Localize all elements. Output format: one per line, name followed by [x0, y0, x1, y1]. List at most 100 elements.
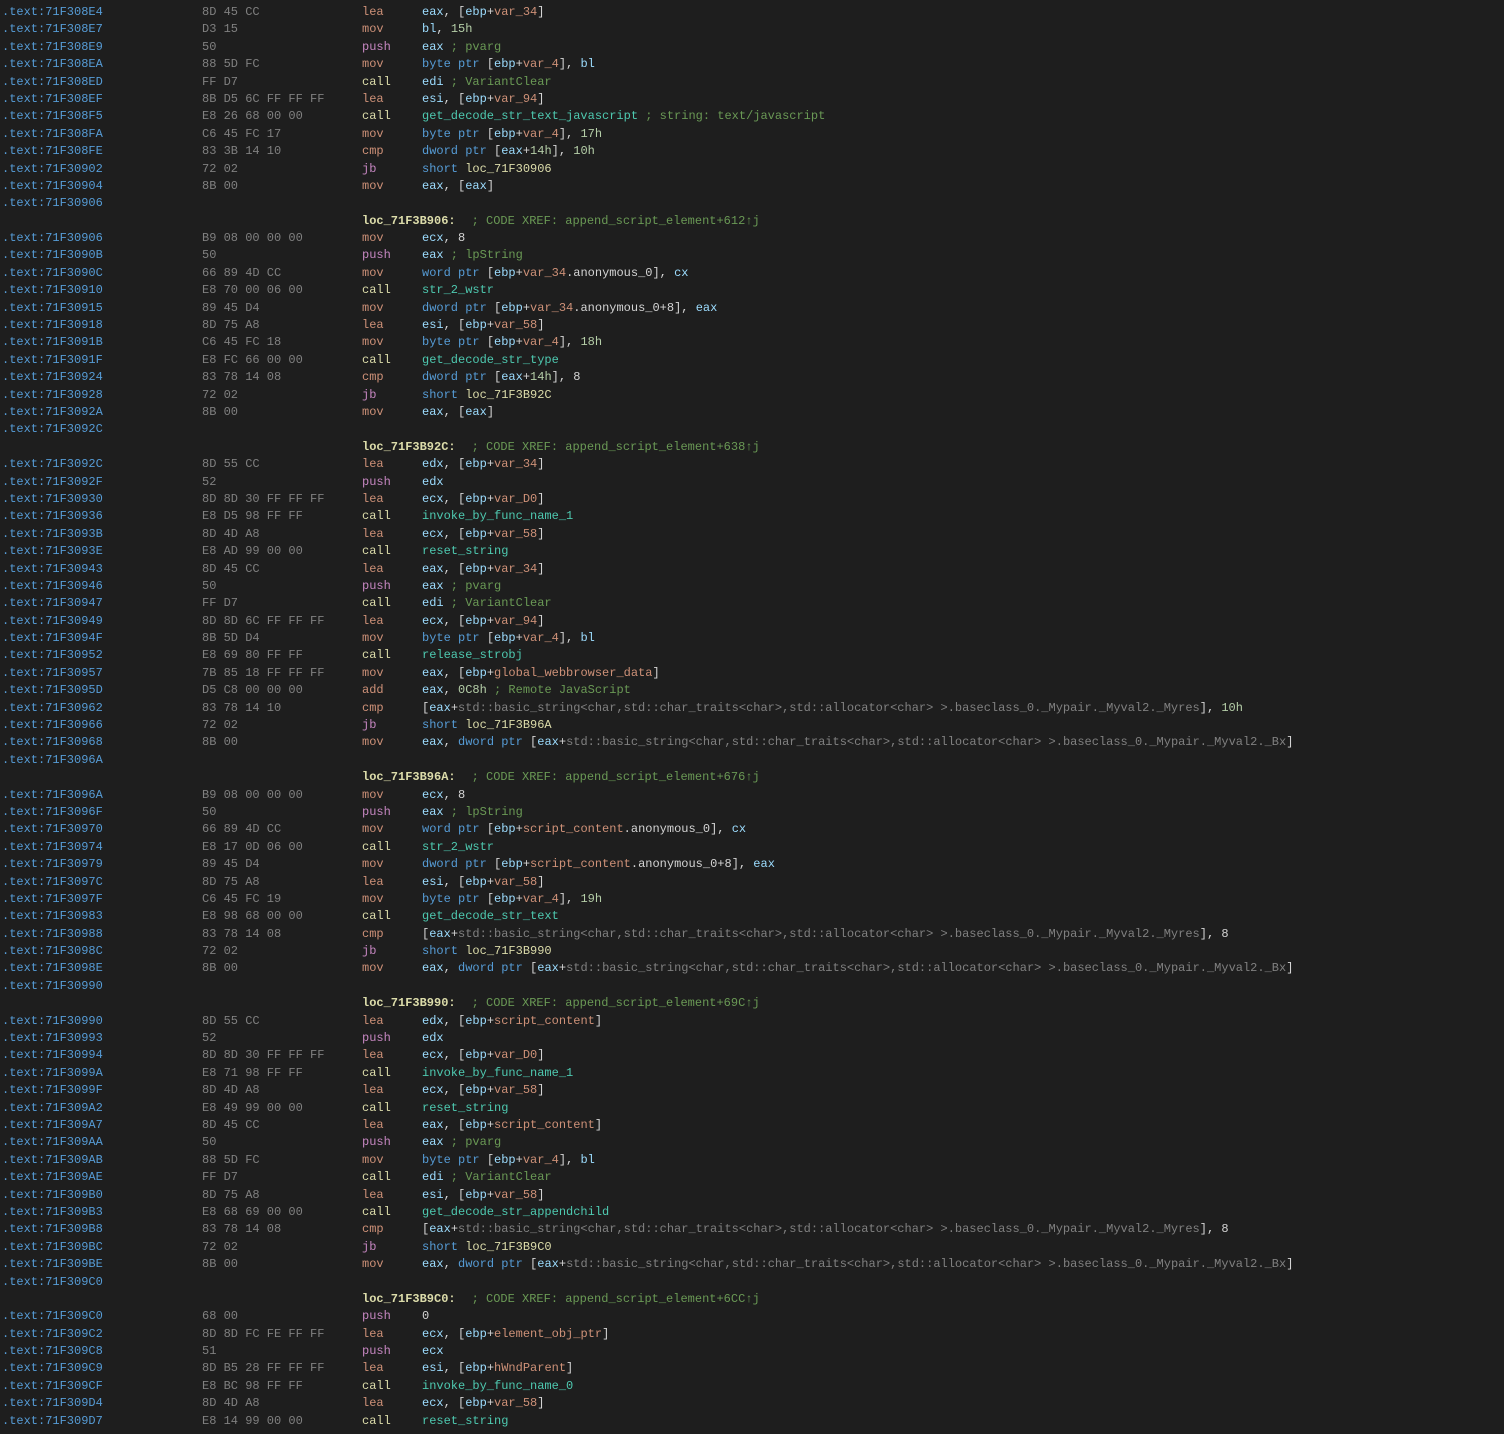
address: .text:71F308E4 [2, 4, 202, 21]
address: .text:71F308FE [2, 143, 202, 160]
mnemonic: lea [362, 491, 422, 508]
bytes: FF D7 [202, 74, 362, 91]
mnemonic: lea [362, 561, 422, 578]
mnemonic: mov [362, 821, 422, 838]
bytes: E8 70 00 06 00 [202, 282, 362, 299]
operands: byte ptr [ebp+var_4], 17h [422, 126, 1502, 143]
address: .text:71F3096F [2, 804, 202, 821]
address: .text:71F309B0 [2, 1187, 202, 1204]
code-line: .text:71F3098C72 02jbshort loc_71F3B990 [0, 943, 1504, 960]
bytes: 8D B5 28 FF FF FF [202, 1360, 362, 1377]
mnemonic: push [362, 1030, 422, 1047]
bytes: E8 69 80 FF FF [202, 647, 362, 664]
mnemonic: lea [362, 874, 422, 891]
code-line: .text:71F309A2E8 49 99 00 00callreset_st… [0, 1100, 1504, 1117]
operands: esi, [ebp+hWndParent] [422, 1360, 1502, 1377]
bytes: 8B 00 [202, 404, 362, 421]
bytes: C6 45 FC 18 [202, 334, 362, 351]
operands: esi, [ebp+var_58] [422, 1187, 1502, 1204]
inline-comment: ; VariantClear [444, 1170, 552, 1184]
address: .text:71F309C0 [2, 1274, 202, 1291]
operands: str_2_wstr [422, 839, 1502, 856]
comment: ; lpString [444, 805, 523, 819]
operands: eax ; pvarg [422, 39, 1502, 56]
bytes: 8B D5 6C FF FF FF [202, 91, 362, 108]
code-line: .text:71F3096AB9 08 00 00 00movecx, 8 [0, 787, 1504, 804]
operands: ecx, 8 [422, 787, 1502, 804]
operands: dword ptr [eax+14h], 10h [422, 143, 1502, 160]
mnemonic: lea [362, 1047, 422, 1064]
mnemonic: lea [362, 1187, 422, 1204]
mnemonic: mov [362, 265, 422, 282]
bytes: 83 78 14 10 [202, 700, 362, 717]
address: .text:71F30949 [2, 613, 202, 630]
code-line: .text:71F309BC72 02jbshort loc_71F3B9C0 [0, 1239, 1504, 1256]
address: .text:71F308EA [2, 56, 202, 73]
code-line: .text:71F309C068 00push0 [0, 1308, 1504, 1325]
mnemonic: lea [362, 1360, 422, 1377]
bytes: E8 26 68 00 00 [202, 108, 362, 125]
code-line: .text:71F309048B 00moveax, [eax] [0, 178, 1504, 195]
mnemonic: add [362, 682, 422, 699]
operands: eax, [ebp+global_webbrowser_data] [422, 665, 1502, 682]
address: .text:71F30962 [2, 700, 202, 717]
bytes: 8D 8D FC FE FF FF [202, 1326, 362, 1343]
operands: eax, [ebp+var_34] [422, 4, 1502, 21]
code-line: .text:71F3096283 78 14 10cmp[eax+std::ba… [0, 700, 1504, 717]
address: .text:71F308ED [2, 74, 202, 91]
bytes: 8D 45 CC [202, 1117, 362, 1134]
mnemonic: jb [362, 387, 422, 404]
mnemonic: mov [362, 960, 422, 977]
code-line: .text:71F309CFE8 BC 98 FF FFcallinvoke_b… [0, 1378, 1504, 1395]
label-line: loc_71F3B906:; CODE XREF: append_script_… [0, 213, 1504, 230]
bytes: 8D 8D 30 FF FF FF [202, 1047, 362, 1064]
mnemonic: jb [362, 943, 422, 960]
bytes: 50 [202, 39, 362, 56]
code-line: .text:71F309688B 00moveax, dword ptr [ea… [0, 734, 1504, 751]
mnemonic: jb [362, 717, 422, 734]
operands: bl, 15h [422, 21, 1502, 38]
operands: word ptr [ebp+var_34.anonymous_0], cx [422, 265, 1502, 282]
address: .text:71F30983 [2, 908, 202, 925]
operands: ecx, [ebp+element_obj_ptr] [422, 1326, 1502, 1343]
code-line: .text:71F3090C66 89 4D CCmovword ptr [eb… [0, 265, 1504, 282]
address: .text:71F30906 [2, 195, 202, 212]
code-line: .text:71F3092C [0, 421, 1504, 438]
code-line: .text:71F3094650pusheax ; pvarg [0, 578, 1504, 595]
code-line: .text:71F3095DD5 C8 00 00 00addeax, 0C8h… [0, 682, 1504, 699]
code-line: .text:71F309D48D 4D A8leaecx, [ebp+var_5… [0, 1395, 1504, 1412]
operands: get_decode_str_appendchild [422, 1204, 1502, 1221]
address: .text:71F309AA [2, 1134, 202, 1151]
code-line: .text:71F30947FF D7calledi ; VariantClea… [0, 595, 1504, 612]
operands: ecx, [ebp+var_94] [422, 613, 1502, 630]
code-line: .text:71F3098E8B 00moveax, dword ptr [ea… [0, 960, 1504, 977]
comment: ; string: text/javascript [638, 109, 825, 123]
code-line: .text:71F308FE83 3B 14 10cmpdword ptr [e… [0, 143, 1504, 160]
mnemonic: call [362, 108, 422, 125]
bytes: 88 5D FC [202, 56, 362, 73]
code-line: .text:71F308E7D3 15movbl, 15h [0, 21, 1504, 38]
operands: esi, [ebp+var_94] [422, 91, 1502, 108]
address: .text:71F30990 [2, 1013, 202, 1030]
mnemonic: call [362, 543, 422, 560]
mnemonic: mov [362, 856, 422, 873]
address: .text:71F309B8 [2, 1221, 202, 1238]
bytes: 8D 45 CC [202, 4, 362, 21]
code-line: .text:71F3097FC6 45 FC 19movbyte ptr [eb… [0, 891, 1504, 908]
operands: byte ptr [ebp+var_4], 18h [422, 334, 1502, 351]
address: .text:71F30928 [2, 387, 202, 404]
mnemonic: call [362, 839, 422, 856]
operands: dword ptr [ebp+script_content.anonymous_… [422, 856, 1502, 873]
address: .text:71F309D4 [2, 1395, 202, 1412]
address: .text:71F30902 [2, 161, 202, 178]
disassembly-view: .text:71F308E48D 45 CCleaeax, [ebp+var_3… [0, 0, 1504, 1434]
mnemonic: mov [362, 230, 422, 247]
address: .text:71F308FA [2, 126, 202, 143]
mnemonic: lea [362, 4, 422, 21]
xref-comment: ; CODE XREF: append_script_element+638↑j [472, 439, 760, 456]
operands: short loc_71F30906 [422, 161, 1502, 178]
mnemonic: lea [362, 1013, 422, 1030]
code-line: .text:71F308FAC6 45 FC 17movbyte ptr [eb… [0, 126, 1504, 143]
code-line: .text:71F308E950pusheax ; pvarg [0, 39, 1504, 56]
operands: eax ; pvarg [422, 578, 1502, 595]
